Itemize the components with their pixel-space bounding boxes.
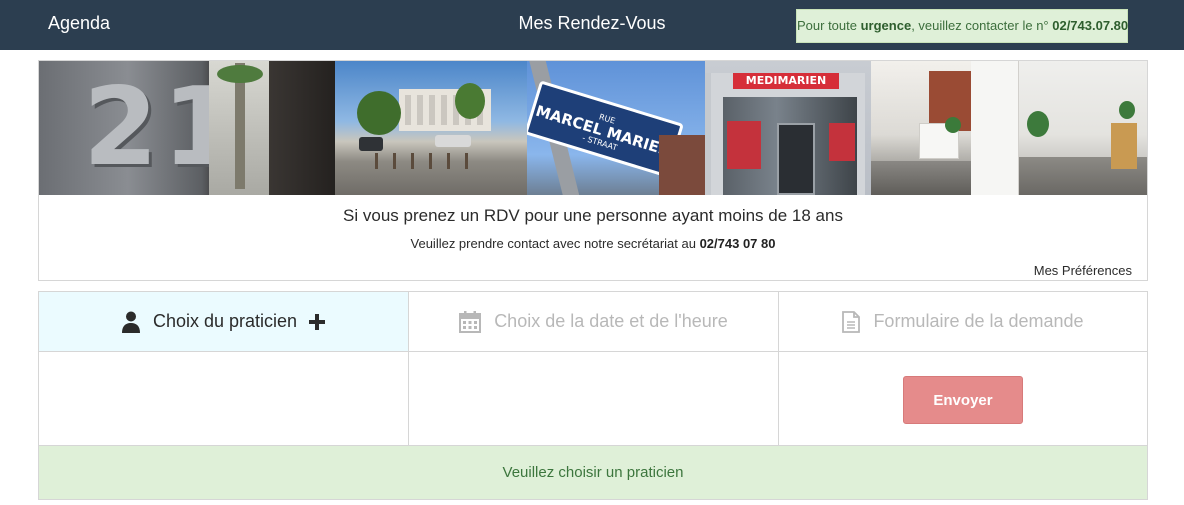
urgence-prefix: Pour toute xyxy=(797,18,861,33)
agenda-link[interactable]: Agenda xyxy=(48,13,110,34)
step-2-label: Choix de la date et de l'heure xyxy=(494,311,728,331)
step-1-label: Choix du praticien xyxy=(152,311,298,331)
step-request-form[interactable]: Formulaire de la demande xyxy=(779,292,1147,352)
facade-logo: MEDIMARIEN xyxy=(733,73,839,89)
top-navbar: Agenda Mes Rendez-Vous Pour toute urgenc… xyxy=(0,0,1184,50)
step-choose-date[interactable]: Choix de la date et de l'heure xyxy=(409,292,779,352)
photo-street xyxy=(335,61,527,195)
preferences-link[interactable]: Mes Préférences xyxy=(1034,263,1132,278)
urgence-highlight: urgence xyxy=(860,18,912,33)
plus-icon[interactable] xyxy=(309,313,326,330)
date-panel xyxy=(409,352,779,446)
info-panel: 21 RUE MARCEL MARIEN - STRAAT MEDIMARIEN… xyxy=(38,60,1148,281)
document-icon xyxy=(842,310,861,333)
minor-notice-text: Veuillez prendre contact avec notre secr… xyxy=(410,236,700,251)
step-choose-practitioner[interactable]: Choix du praticien xyxy=(39,292,409,352)
minor-notice-subtitle: Veuillez prendre contact avec notre secr… xyxy=(39,236,1147,251)
photo-facade: MEDIMARIEN xyxy=(705,61,871,195)
step-3-label: Formulaire de la demande xyxy=(873,311,1084,331)
send-button[interactable]: Envoyer xyxy=(903,376,1023,424)
photo-corridor xyxy=(871,61,971,195)
secretariat-phone: 02/743 07 80 xyxy=(699,236,776,251)
urgence-middle: , veuillez contacter le n° xyxy=(911,18,1053,33)
photo-street-sign: RUE MARCEL MARIEN - STRAAT xyxy=(527,61,705,195)
calendar-icon xyxy=(459,310,482,333)
urgence-notice: Pour toute urgence, veuillez contacter l… xyxy=(796,9,1128,43)
photo-building-number: 21 xyxy=(39,61,335,195)
user-icon xyxy=(121,311,140,333)
booking-steps: Choix du praticien Choix de la date et d… xyxy=(38,291,1148,500)
urgence-phone: 02/743.07.80 xyxy=(1052,18,1129,33)
photo-hall xyxy=(971,61,1147,195)
form-panel: Envoyer xyxy=(779,352,1147,446)
status-alert: Veuillez choisir un praticien xyxy=(39,446,1147,499)
practitioner-panel xyxy=(39,352,409,446)
banner-photos: 21 RUE MARCEL MARIEN - STRAAT MEDIMARIEN xyxy=(39,61,1147,195)
minor-notice-title: Si vous prenez un RDV pour une personne … xyxy=(343,206,843,225)
